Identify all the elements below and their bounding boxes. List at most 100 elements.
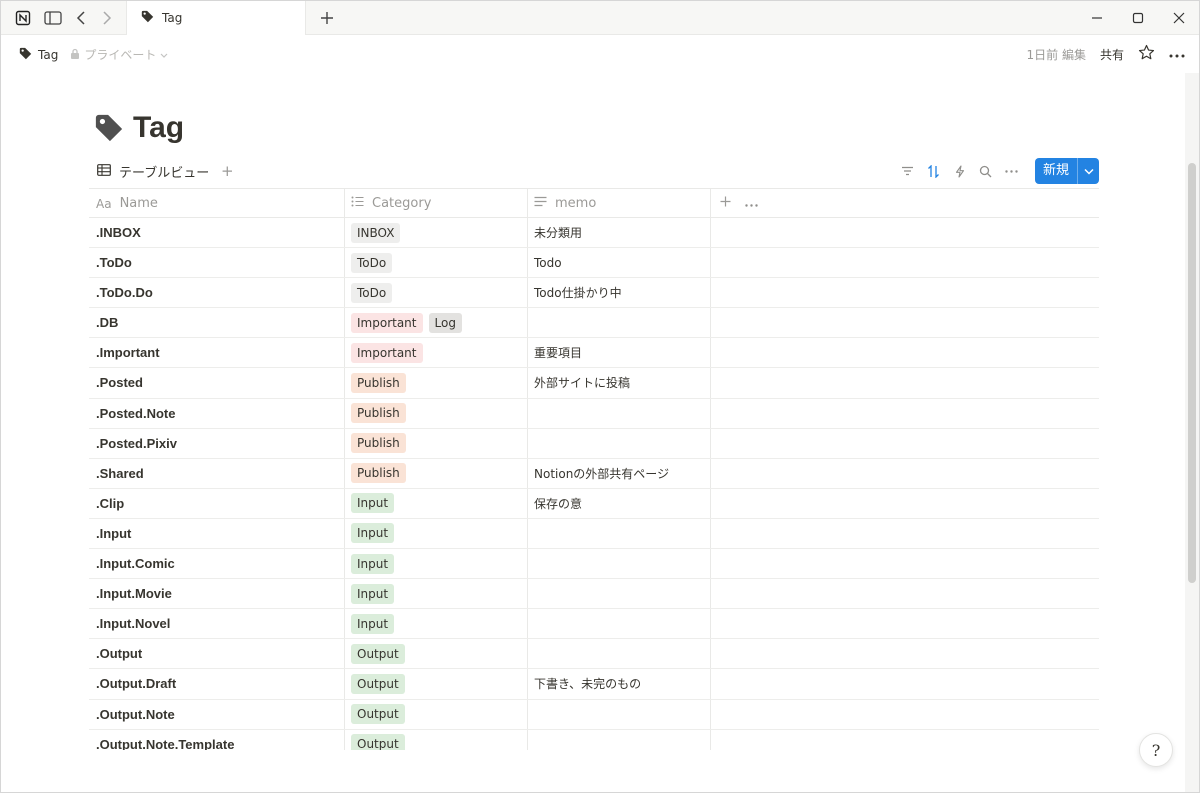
scrollbar-thumb[interactable] [1188,163,1196,583]
table-row[interactable]: .Posted Publish 外部サイトに投稿 [89,368,1099,399]
cell-category[interactable]: Input [344,609,527,638]
filter-icon[interactable] [901,164,915,178]
cell-memo[interactable]: Todo仕掛かり中 [527,278,710,307]
sidebar-toggle-icon[interactable] [43,8,63,28]
cell-category[interactable]: Publish [344,429,527,458]
cell-category[interactable]: Publish [344,399,527,428]
table-row[interactable]: .Input.Novel Input [89,609,1099,640]
table-row[interactable]: .Posted.Pixiv Publish [89,429,1099,459]
table-row[interactable]: .Output.Note.Template Output [89,730,1099,750]
help-button[interactable]: ? [1139,733,1173,767]
cell-category[interactable]: Important Log [344,308,527,337]
column-more-icon[interactable] [745,196,758,211]
cell-name[interactable]: .ToDo [89,248,344,277]
cell-memo[interactable] [527,609,710,638]
cell-memo[interactable]: 重要項目 [527,338,710,367]
new-tab-plus-icon[interactable] [317,8,337,28]
cell-name[interactable]: .Input.Movie [89,579,344,608]
table-row[interactable]: .Input Input [89,519,1099,550]
breadcrumb-page[interactable]: Tag [38,48,58,62]
maximize-icon[interactable] [1129,9,1147,27]
back-arrow-icon[interactable] [71,8,91,28]
column-header-memo[interactable]: memo [527,189,710,218]
search-icon[interactable] [979,164,993,178]
more-icon[interactable] [1169,47,1185,61]
table-row[interactable]: .INBOX INBOX 未分類用 [89,218,1099,249]
view-tab-table[interactable]: テーブルビュー [97,162,209,181]
cell-memo[interactable]: Notionの外部共有ページ [527,459,710,488]
view-more-icon[interactable] [1005,164,1019,178]
cell-name[interactable]: .INBOX [89,218,344,247]
table-row[interactable]: .Input.Comic Input [89,549,1099,580]
sort-icon[interactable] [927,164,941,178]
cell-memo[interactable]: Todo [527,248,710,277]
cell-memo[interactable] [527,399,710,428]
add-property-plus-icon[interactable] [720,196,731,211]
cell-memo[interactable] [527,549,710,578]
cell-name[interactable]: .Shared [89,459,344,488]
cell-category[interactable]: ToDo [344,248,527,277]
notion-logo-icon[interactable] [13,8,33,28]
cell-memo[interactable]: 下書き、未完のもの [527,669,710,698]
breadcrumb[interactable]: Tag プライベート [19,46,168,63]
cell-memo[interactable]: 外部サイトに投稿 [527,368,710,397]
page-tag-icon[interactable] [94,113,124,143]
cell-name[interactable]: .Output [89,639,344,668]
tab-tag[interactable]: Tag [126,1,306,35]
cell-name[interactable]: .Input.Novel [89,609,344,638]
add-view-plus-icon[interactable]: + [221,162,234,180]
cell-memo[interactable] [527,700,710,729]
table-row[interactable]: .Clip Input 保存の意 [89,489,1099,519]
cell-name[interactable]: .Input.Comic [89,549,344,578]
table-row[interactable]: .Input.Movie Input [89,579,1099,610]
column-header-name[interactable]: Aa Name [89,189,344,218]
cell-category[interactable]: Input [344,549,527,578]
cell-name[interactable]: .Posted.Pixiv [89,429,344,458]
new-button-label[interactable]: 新規 [1035,158,1077,184]
cell-name[interactable]: .Posted [89,368,344,397]
star-icon[interactable] [1138,44,1155,64]
column-header-category[interactable]: Category [344,189,527,218]
cell-memo[interactable] [527,579,710,608]
cell-category[interactable]: Input [344,579,527,608]
cell-category[interactable]: Input [344,489,527,518]
cell-category[interactable]: Output [344,639,527,668]
table-row[interactable]: .ToDo ToDo Todo [89,248,1099,279]
automation-lightning-icon[interactable] [953,164,967,178]
privacy-indicator[interactable]: プライベート [70,46,168,63]
cell-name[interactable]: .Clip [89,489,344,518]
table-row[interactable]: .Shared Publish Notionの外部共有ページ [89,459,1099,489]
chevron-down-icon[interactable] [1077,158,1099,184]
cell-memo[interactable]: 保存の意 [527,489,710,518]
cell-category[interactable]: INBOX [344,218,527,247]
new-button[interactable]: 新規 [1034,158,1099,184]
cell-memo[interactable] [527,519,710,548]
cell-name[interactable]: .ToDo.Do [89,278,344,307]
cell-memo[interactable] [527,730,710,750]
cell-category[interactable]: Important [344,338,527,367]
table-row[interactable]: .ToDo.Do ToDo Todo仕掛かり中 [89,278,1099,309]
cell-memo[interactable] [527,308,710,337]
table-row[interactable]: .Important Important 重要項目 [89,338,1099,369]
cell-category[interactable]: Publish [344,459,527,488]
table-row[interactable]: .DB Important Log [89,308,1099,339]
forward-arrow-icon[interactable] [97,8,117,28]
table-row[interactable]: .Output.Draft Output 下書き、未完のもの [89,669,1099,700]
cell-category[interactable]: Output [344,730,527,750]
cell-category[interactable]: ToDo [344,278,527,307]
cell-category[interactable]: Input [344,519,527,548]
cell-category[interactable]: Publish [344,368,527,397]
cell-memo[interactable] [527,639,710,668]
table-row[interactable]: .Output.Note Output [89,700,1099,730]
share-button[interactable]: 共有 [1100,46,1124,63]
cell-name[interactable]: .Posted.Note [89,399,344,428]
cell-category[interactable]: Output [344,669,527,698]
scrollbar[interactable] [1185,73,1199,792]
minimize-icon[interactable] [1088,9,1106,27]
cell-name[interactable]: .Output.Note [89,700,344,729]
cell-name[interactable]: .Input [89,519,344,548]
cell-name[interactable]: .Output.Draft [89,669,344,698]
close-icon[interactable] [1170,9,1188,27]
cell-name[interactable]: .DB [89,308,344,337]
cell-memo[interactable] [527,429,710,458]
